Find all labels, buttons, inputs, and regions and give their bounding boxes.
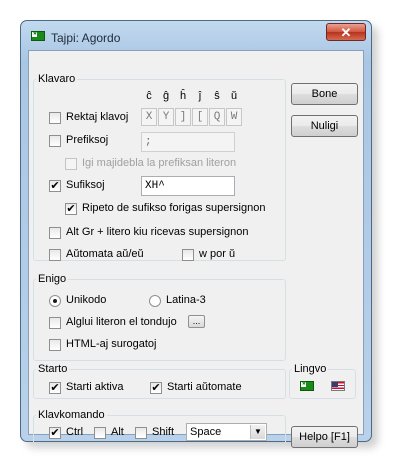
alt-label: Alt <box>111 426 124 438</box>
klavaro-group-label: Klavaro <box>36 73 78 85</box>
latina-3-radio[interactable] <box>149 295 161 307</box>
nuligi-button[interactable]: Nuligi <box>291 115 358 137</box>
html-label: HTML-aj surogatoj <box>66 338 157 350</box>
title-bar[interactable]: ★ Tajpi: Agordo ✕ <box>21 21 371 49</box>
rektaj-klavoj-label: Rektaj klavoj <box>66 111 129 123</box>
us-flag-icon[interactable] <box>331 381 345 391</box>
hotkey-select-value: Space <box>190 426 222 438</box>
alglui-checkbox[interactable] <box>49 317 61 329</box>
starto-group-label: Starto <box>36 363 70 375</box>
helpo-button[interactable]: Helpo [F1] <box>291 426 358 448</box>
starti-aktiva-checkbox[interactable]: ✔ <box>49 382 61 394</box>
key-field-h[interactable]: ] <box>175 108 191 126</box>
starti-aktiva-label: Starti aktiva <box>66 381 124 393</box>
alt-checkbox[interactable] <box>94 427 106 439</box>
starti-automate-label: Starti aŭtomate <box>167 381 242 393</box>
sufiksoj-field[interactable]: XH^ <box>141 176 235 196</box>
header-c-circumflex: ĉ <box>146 90 152 102</box>
starti-automate-checkbox[interactable]: ✔ <box>150 382 162 394</box>
alglui-label: Alglui literon el tondujo <box>66 316 177 328</box>
ctrl-label: Ctrl <box>66 426 84 438</box>
prefiksoj-field[interactable]: ; <box>141 132 235 152</box>
chevron-down-icon: ▼ <box>250 425 265 439</box>
esperanto-flag-icon[interactable]: ★ <box>300 381 314 391</box>
klavkomando-group-label: Klavkomando <box>36 409 107 421</box>
lingvo-group-label: Lingvo <box>292 363 329 375</box>
html-checkbox[interactable] <box>49 339 61 351</box>
igi-majidebla-label: Igi majidebla la prefiksan literon <box>82 157 237 169</box>
igi-majidebla-checkbox[interactable] <box>65 158 77 170</box>
unikodo-radio[interactable] <box>49 295 61 307</box>
altgr-checkbox[interactable] <box>49 227 61 239</box>
key-field-c[interactable]: X <box>141 108 157 126</box>
automata-label: Aŭtomata aŭ/eŭ <box>66 248 144 260</box>
browse-button[interactable]: ... <box>188 315 205 328</box>
prefiksoj-checkbox[interactable] <box>49 135 61 147</box>
latina-3-label: Latina-3 <box>166 294 206 306</box>
dialog-body: Klavaro ĉ ĝ ĥ ĵ ŝ ŭ Rektaj klavoj X Y ] … <box>28 50 364 448</box>
key-field-u[interactable]: W <box>226 108 242 126</box>
header-u-breve: ŭ <box>230 90 238 102</box>
key-field-g[interactable]: Y <box>158 108 174 126</box>
bone-button[interactable]: Bone <box>291 83 358 105</box>
ctrl-checkbox[interactable]: ✔ <box>49 427 61 439</box>
app-icon: ★ <box>31 31 45 41</box>
key-field-s[interactable]: Q <box>209 108 225 126</box>
sufiksoj-checkbox[interactable]: ✔ <box>49 180 61 192</box>
ripeto-checkbox[interactable]: ✔ <box>65 203 77 215</box>
sufiksoj-label: Sufiksoj <box>66 179 105 191</box>
automata-checkbox[interactable] <box>49 249 61 261</box>
shift-checkbox[interactable] <box>135 427 147 439</box>
hotkey-select[interactable]: Space ▼ <box>186 423 267 441</box>
header-g-circumflex: ĝ <box>162 90 170 102</box>
window-title: Tajpi: Agordo <box>51 31 121 45</box>
header-j-circumflex: ĵ <box>198 90 202 102</box>
enigo-group-label: Enigo <box>36 273 69 285</box>
altgr-label: Alt Gr + litero kiu ricevas supersignon <box>66 226 249 238</box>
prefiksoj-label: Prefiksoj <box>66 134 109 146</box>
close-button[interactable]: ✕ <box>326 23 366 41</box>
ripeto-label: Ripeto de sufikso forigas supersignon <box>82 202 266 214</box>
key-field-j[interactable]: [ <box>192 108 208 126</box>
header-s-circumflex: ŝ <box>214 90 220 102</box>
w-por-u-checkbox[interactable] <box>182 249 194 261</box>
w-por-u-label: w por ŭ <box>199 248 236 260</box>
settings-dialog: ★ Tajpi: Agordo ✕ Klavaro ĉ ĝ ĥ ĵ ŝ ŭ Re… <box>20 20 372 448</box>
unikodo-label: Unikodo <box>66 294 107 306</box>
rektaj-klavoj-checkbox[interactable] <box>49 112 61 124</box>
header-h-circumflex: ĥ <box>179 90 187 102</box>
shift-label: Shift <box>152 426 175 438</box>
